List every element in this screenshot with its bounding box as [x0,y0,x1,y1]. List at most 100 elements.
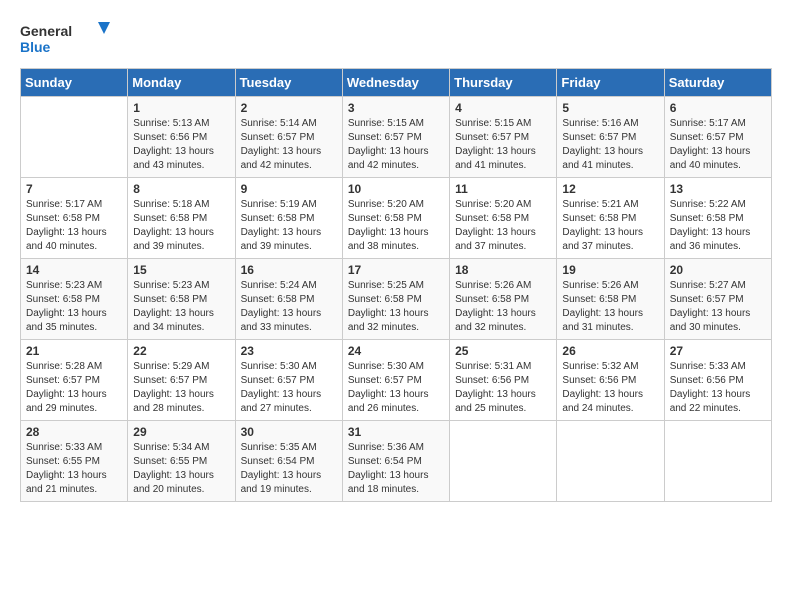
day-info: Sunrise: 5:25 AMSunset: 6:58 PMDaylight:… [348,279,444,335]
day-number: 10 [348,182,444,196]
calendar-cell [21,97,128,178]
svg-text:General: General [20,23,72,39]
day-info: Sunrise: 5:29 AMSunset: 6:57 PMDaylight:… [133,360,229,416]
day-number: 30 [241,425,337,439]
day-number: 4 [455,101,551,115]
day-info: Sunrise: 5:16 AMSunset: 6:57 PMDaylight:… [562,117,658,173]
day-info: Sunrise: 5:23 AMSunset: 6:58 PMDaylight:… [26,279,122,335]
day-number: 16 [241,263,337,277]
calendar-cell: 21 Sunrise: 5:28 AMSunset: 6:57 PMDayligh… [21,340,128,421]
day-info: Sunrise: 5:26 AMSunset: 6:58 PMDaylight:… [455,279,551,335]
calendar-cell: 2 Sunrise: 5:14 AMSunset: 6:57 PMDaylight… [235,97,342,178]
weekday-header-wednesday: Wednesday [342,69,449,97]
calendar-cell: 26Sunrise: 5:32 AMSunset: 6:56 PMDayligh… [557,340,664,421]
day-info: Sunrise: 5:22 AMSunset: 6:58 PMDaylight:… [670,198,766,254]
day-info: Sunrise: 5:34 AMSunset: 6:55 PMDaylight:… [133,441,229,497]
day-number: 18 [455,263,551,277]
logo: General Blue [20,20,110,58]
calendar-table: SundayMondayTuesdayWednesdayThursdayFrid… [20,68,772,502]
weekday-header-friday: Friday [557,69,664,97]
day-info: Sunrise: 5:30 AMSunset: 6:57 PMDaylight:… [241,360,337,416]
week-row-2: 7 Sunrise: 5:17 AMSunset: 6:58 PMDaylight… [21,178,772,259]
day-info: Sunrise: 5:35 AMSunset: 6:54 PMDaylight:… [241,441,337,497]
day-number: 15 [133,263,229,277]
day-info: Sunrise: 5:31 AMSunset: 6:56 PMDaylight:… [455,360,551,416]
weekday-header-thursday: Thursday [450,69,557,97]
day-info: Sunrise: 5:33 AMSunset: 6:56 PMDaylight:… [670,360,766,416]
day-info: Sunrise: 5:28 AMSunset: 6:57 PMDaylight:… [26,360,122,416]
day-info: Sunrise: 5:21 AMSunset: 6:58 PMDaylight:… [562,198,658,254]
weekday-header-sunday: Sunday [21,69,128,97]
day-number: 24 [348,344,444,358]
day-number: 29 [133,425,229,439]
weekday-header-tuesday: Tuesday [235,69,342,97]
calendar-cell: 20 Sunrise: 5:27 AMSunset: 6:57 PMDayligh… [664,259,771,340]
day-number: 9 [241,182,337,196]
day-number: 25 [455,344,551,358]
day-info: Sunrise: 5:27 AMSunset: 6:57 PMDaylight:… [670,279,766,335]
day-number: 11 [455,182,551,196]
day-number: 5 [562,101,658,115]
day-number: 7 [26,182,122,196]
calendar-cell: 7 Sunrise: 5:17 AMSunset: 6:58 PMDaylight… [21,178,128,259]
calendar-cell: 3 Sunrise: 5:15 AMSunset: 6:57 PMDaylight… [342,97,449,178]
calendar-cell: 23 Sunrise: 5:30 AMSunset: 6:57 PMDayligh… [235,340,342,421]
day-number: 1 [133,101,229,115]
calendar-cell: 11Sunrise: 5:20 AMSunset: 6:58 PMDayligh… [450,178,557,259]
day-info: Sunrise: 5:20 AMSunset: 6:58 PMDaylight:… [348,198,444,254]
calendar-cell [450,421,557,502]
day-number: 21 [26,344,122,358]
calendar-cell: 1 Sunrise: 5:13 AMSunset: 6:56 PMDaylight… [128,97,235,178]
day-number: 17 [348,263,444,277]
week-row-3: 14Sunrise: 5:23 AMSunset: 6:58 PMDayligh… [21,259,772,340]
day-info: Sunrise: 5:17 AMSunset: 6:58 PMDaylight:… [26,198,122,254]
day-info: Sunrise: 5:14 AMSunset: 6:57 PMDaylight:… [241,117,337,173]
day-info: Sunrise: 5:26 AMSunset: 6:58 PMDaylight:… [562,279,658,335]
day-number: 20 [670,263,766,277]
day-number: 23 [241,344,337,358]
day-info: Sunrise: 5:19 AMSunset: 6:58 PMDaylight:… [241,198,337,254]
page-header: General Blue [20,20,772,58]
day-number: 2 [241,101,337,115]
calendar-cell: 18 Sunrise: 5:26 AMSunset: 6:58 PMDayligh… [450,259,557,340]
day-number: 28 [26,425,122,439]
weekday-header-monday: Monday [128,69,235,97]
calendar-cell: 28 Sunrise: 5:33 AMSunset: 6:55 PMDayligh… [21,421,128,502]
day-info: Sunrise: 5:17 AMSunset: 6:57 PMDaylight:… [670,117,766,173]
week-row-1: 1 Sunrise: 5:13 AMSunset: 6:56 PMDaylight… [21,97,772,178]
calendar-cell: 15 Sunrise: 5:23 AMSunset: 6:58 PMDayligh… [128,259,235,340]
calendar-cell: 8Sunrise: 5:18 AMSunset: 6:58 PMDaylight… [128,178,235,259]
day-number: 8 [133,182,229,196]
calendar-cell [557,421,664,502]
calendar-cell: 14Sunrise: 5:23 AMSunset: 6:58 PMDayligh… [21,259,128,340]
calendar-cell: 16 Sunrise: 5:24 AMSunset: 6:58 PMDayligh… [235,259,342,340]
day-number: 13 [670,182,766,196]
calendar-cell: 13 Sunrise: 5:22 AMSunset: 6:58 PMDayligh… [664,178,771,259]
calendar-cell: 30 Sunrise: 5:35 AMSunset: 6:54 PMDayligh… [235,421,342,502]
day-number: 27 [670,344,766,358]
calendar-cell: 17 Sunrise: 5:25 AMSunset: 6:58 PMDayligh… [342,259,449,340]
logo-svg: General Blue [20,20,110,58]
week-row-5: 28 Sunrise: 5:33 AMSunset: 6:55 PMDayligh… [21,421,772,502]
calendar-cell: 29 Sunrise: 5:34 AMSunset: 6:55 PMDayligh… [128,421,235,502]
calendar-cell: 25 Sunrise: 5:31 AMSunset: 6:56 PMDayligh… [450,340,557,421]
day-info: Sunrise: 5:24 AMSunset: 6:58 PMDaylight:… [241,279,337,335]
day-info: Sunrise: 5:23 AMSunset: 6:58 PMDaylight:… [133,279,229,335]
svg-text:Blue: Blue [20,39,51,55]
day-info: Sunrise: 5:15 AMSunset: 6:57 PMDaylight:… [455,117,551,173]
day-info: Sunrise: 5:33 AMSunset: 6:55 PMDaylight:… [26,441,122,497]
calendar-cell: 24 Sunrise: 5:30 AMSunset: 6:57 PMDayligh… [342,340,449,421]
calendar-cell: 22Sunrise: 5:29 AMSunset: 6:57 PMDayligh… [128,340,235,421]
day-info: Sunrise: 5:15 AMSunset: 6:57 PMDaylight:… [348,117,444,173]
calendar-cell: 10 Sunrise: 5:20 AMSunset: 6:58 PMDayligh… [342,178,449,259]
day-number: 3 [348,101,444,115]
calendar-cell: 19 Sunrise: 5:26 AMSunset: 6:58 PMDayligh… [557,259,664,340]
day-info: Sunrise: 5:13 AMSunset: 6:56 PMDaylight:… [133,117,229,173]
day-info: Sunrise: 5:36 AMSunset: 6:54 PMDaylight:… [348,441,444,497]
calendar-cell: 12Sunrise: 5:21 AMSunset: 6:58 PMDayligh… [557,178,664,259]
calendar-cell: 31Sunrise: 5:36 AMSunset: 6:54 PMDayligh… [342,421,449,502]
calendar-cell: 4 Sunrise: 5:15 AMSunset: 6:57 PMDaylight… [450,97,557,178]
day-number: 19 [562,263,658,277]
calendar-cell: 27 Sunrise: 5:33 AMSunset: 6:56 PMDayligh… [664,340,771,421]
day-info: Sunrise: 5:30 AMSunset: 6:57 PMDaylight:… [348,360,444,416]
